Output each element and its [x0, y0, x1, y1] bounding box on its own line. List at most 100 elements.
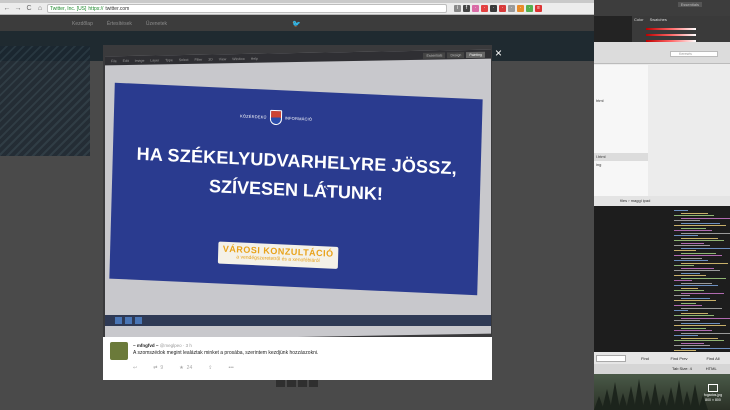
code-line [674, 290, 704, 291]
code-line [681, 267, 714, 269]
find-all-button[interactable]: Find All [698, 356, 728, 361]
path-segment[interactable]: maggi ipad [631, 198, 651, 203]
color-slider[interactable] [646, 28, 696, 30]
twitter-bird-icon[interactable]: 🐦 [292, 20, 301, 28]
workspace-selector[interactable]: Essentials [677, 2, 702, 7]
slide-header-right: INFORMÁCIÓ [284, 115, 313, 122]
avatar[interactable] [110, 342, 128, 360]
code-line [674, 230, 712, 231]
share-button[interactable]: ⇪ [208, 365, 212, 371]
browser-toolbar: ← → C ⌂ Twitter, Inc. [US] https://twitt… [0, 3, 594, 15]
list-item[interactable] [594, 113, 648, 121]
extension-icon[interactable]: f [463, 5, 470, 12]
list-item[interactable] [594, 137, 648, 145]
list-item[interactable]: ing [594, 161, 648, 169]
tab-size-indicator[interactable]: Tab Size: 4 [672, 366, 692, 371]
extension-icon[interactable]: · [499, 5, 506, 12]
finder-search-input[interactable]: Keresés [670, 51, 718, 57]
forward-button[interactable]: → [14, 5, 22, 13]
retweet-icon: ⇄ [153, 365, 158, 371]
reply-icon: ↩ [133, 365, 138, 371]
profile-artwork [0, 46, 90, 156]
extension-icon[interactable]: · [490, 5, 497, 12]
extension-icon[interactable]: · [526, 5, 533, 12]
extension-icon[interactable]: · [472, 5, 479, 12]
tweet: ~ mfngfvd ~ @meglpeo · 3 h A szomszédok … [103, 337, 492, 380]
home-button[interactable]: ⌂ [36, 5, 44, 13]
app-menu-item: 3D [208, 56, 213, 62]
code-line [674, 280, 692, 281]
code-line [674, 225, 726, 226]
code-line [674, 295, 690, 296]
address-bar[interactable]: Twitter, Inc. [US] https://twitter.com [47, 4, 447, 13]
code-line [674, 320, 700, 321]
extension-icon[interactable]: · [517, 5, 524, 12]
code-line [681, 342, 704, 344]
extension-icon[interactable]: i [454, 5, 461, 12]
extension-icon[interactable]: ≡ [535, 5, 542, 12]
tree-shape [642, 390, 652, 410]
list-item[interactable] [594, 89, 648, 97]
extension-icon[interactable]: · [481, 5, 488, 12]
list-item[interactable] [594, 169, 648, 177]
list-item[interactable] [594, 129, 648, 137]
app-menu-item: Type [165, 57, 173, 62]
app-menu-item: Window [232, 56, 245, 61]
nav-notifications-link[interactable]: Értesítések [107, 21, 132, 27]
reply-button[interactable]: ↩ [133, 365, 137, 371]
code-line [681, 227, 706, 229]
list-item[interactable] [594, 177, 648, 185]
app-menu-item: Edit [122, 58, 129, 63]
list-item[interactable] [594, 145, 648, 153]
tree-shape [658, 394, 668, 410]
color-slider[interactable] [646, 34, 696, 36]
code-line [674, 250, 696, 251]
close-icon[interactable]: × [495, 47, 505, 59]
code-line [681, 222, 720, 224]
retweet-button[interactable]: ⇄ 9 [153, 365, 163, 371]
list-item[interactable]: l.html [594, 153, 648, 161]
code-editor[interactable] [594, 206, 730, 354]
code-line [681, 287, 698, 289]
browser-window: ← → C ⌂ Twitter, Inc. [US] https://twitt… [0, 0, 594, 410]
path-segment[interactable]: files [620, 198, 627, 203]
list-item[interactable] [594, 81, 648, 89]
list-item[interactable] [594, 65, 648, 73]
find-button[interactable]: Find [630, 356, 660, 361]
tweet-author-handle[interactable]: @meglpeo [160, 343, 182, 348]
tweet-author-name[interactable]: ~ mfngfvd ~ [133, 343, 159, 348]
code-line [674, 300, 716, 301]
tweet-header: ~ mfngfvd ~ @meglpeo · 3 h [133, 343, 192, 348]
desktop-wallpaper: fogados.jpg 800 × 800 [594, 374, 730, 410]
find-prev-button[interactable]: Find Prev [664, 356, 694, 361]
tweet-photo[interactable]: File Edit Image Layer Type Select Filter 3D View… [103, 45, 492, 337]
nav-home-link[interactable]: Kezdőlap [72, 21, 93, 27]
nav-messages-link[interactable]: Üzenetek [146, 21, 167, 27]
code-line [681, 322, 720, 324]
find-input[interactable] [596, 354, 626, 362]
list-item[interactable] [594, 121, 648, 129]
code-line [681, 272, 700, 274]
swatches-tab[interactable]: Swatches [650, 17, 667, 22]
ev-certificate-badge[interactable]: Twitter, Inc. [US] [50, 6, 86, 12]
finder-window: Keresés html l.html ing files › maggi ipad [594, 42, 730, 206]
tweet-time[interactable]: · 3 h [183, 343, 192, 348]
reload-button[interactable]: C [25, 5, 33, 13]
back-button[interactable]: ← [3, 5, 11, 13]
code-line [674, 310, 688, 311]
code-line [674, 315, 714, 316]
tree-shape [618, 393, 628, 410]
code-line [681, 332, 730, 334]
tree-shape [626, 386, 636, 410]
like-count: 24 [186, 365, 193, 371]
code-line [674, 255, 722, 256]
more-button[interactable]: ••• [228, 365, 233, 371]
list-item[interactable]: html [594, 97, 648, 105]
code-line [681, 277, 726, 279]
like-button[interactable]: ★ 24 [179, 365, 192, 371]
list-item[interactable] [594, 73, 648, 81]
syntax-indicator[interactable]: HTML [706, 366, 717, 371]
list-item[interactable] [594, 105, 648, 113]
extension-icon[interactable]: · [508, 5, 515, 12]
color-tab[interactable]: Color [634, 17, 644, 22]
